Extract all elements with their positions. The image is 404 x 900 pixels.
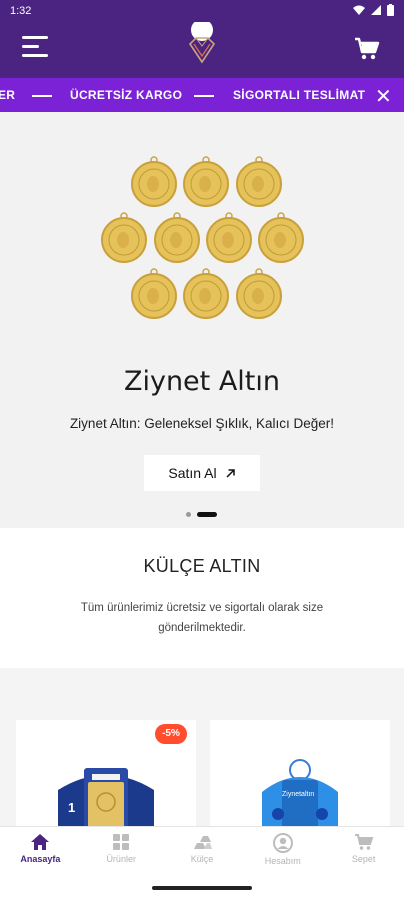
gold-bar-product-image: Ziynetaltın: [262, 759, 338, 826]
arrow-up-right-icon: [226, 468, 235, 478]
signal-icon: [371, 5, 381, 18]
gold-bars-icon: [193, 836, 212, 849]
gold-coin: [258, 212, 304, 263]
bullion-section: KÜLÇE ALTIN Tüm ürünlerimiz ücretsiz ve …: [0, 528, 404, 668]
discount-badge: -5%: [155, 724, 187, 744]
ticker-item: ER: [0, 88, 16, 102]
hero-title: Ziynet Altın: [123, 366, 281, 397]
menu-icon-line: [22, 45, 39, 48]
cart-icon: [355, 37, 380, 60]
card-left-label: 1: [68, 800, 75, 815]
system-navigation-bar: [0, 874, 404, 900]
menu-button[interactable]: [22, 36, 48, 58]
brand-logo[interactable]: [184, 19, 220, 68]
gold-coins-image: [101, 156, 304, 319]
status-bar: 1:32: [0, 0, 404, 22]
gold-coin: [206, 212, 252, 263]
ticker-separator: [194, 95, 214, 97]
status-time: 1:32: [10, 5, 32, 17]
section-title: KÜLÇE ALTIN: [143, 556, 261, 576]
gold-coin: [236, 156, 282, 207]
gold-coin: [183, 268, 229, 319]
product-carousel: 1 Ziynetaltın: [0, 668, 404, 826]
nav-item-account[interactable]: Hesabım: [242, 827, 323, 874]
grid-icon: [113, 834, 130, 850]
nav-label: Külçe: [190, 854, 214, 864]
nav-label: Sepet: [351, 854, 376, 864]
hero-subtitle: Ziynet Altın: Geleneksel Şıklık, Kalıcı …: [69, 416, 335, 431]
gold-coin: [101, 212, 147, 263]
buy-button-label: Satın Al: [168, 465, 217, 481]
ticker-separator: [32, 95, 52, 97]
buy-button[interactable]: Satın Al: [144, 455, 260, 491]
nav-label: Anasayfa: [20, 854, 61, 864]
home-icon: [31, 834, 50, 850]
carousel-dot[interactable]: [186, 512, 191, 517]
cart-icon: [354, 834, 373, 850]
nav-label: Ürünler: [106, 854, 136, 864]
nav-item-cart[interactable]: Sepet: [323, 827, 404, 874]
nav-label: Hesabım: [264, 856, 301, 866]
gold-coin: [154, 212, 200, 263]
home-gesture-pill[interactable]: [152, 886, 252, 890]
announcement-ticker: ER ÜCRETSİZ KARGO SİGORTALI TESLİMAT ✕: [0, 78, 404, 112]
carousel-dots: [186, 512, 217, 517]
ticker-item: ÜCRETSİZ KARGO: [70, 88, 183, 102]
cart-button[interactable]: [354, 36, 380, 62]
wifi-icon: [353, 5, 365, 18]
gold-coin: [131, 268, 177, 319]
ticker-item: SİGORTALI TESLİMAT: [233, 88, 366, 102]
nav-item-products[interactable]: Ürünler: [81, 827, 162, 874]
gold-coin: [236, 268, 282, 319]
hero-banner[interactable]: Ziynet Altın Ziynet Altın: Geleneksel Şı…: [0, 112, 404, 528]
menu-icon-line: [22, 36, 48, 39]
section-description: Tüm ürünlerimiz ücretsiz ve sigortalı ol…: [80, 602, 324, 634]
battery-icon: [387, 4, 394, 19]
app-header: [0, 19, 404, 78]
menu-icon-line: [22, 54, 48, 57]
status-icons: [353, 4, 394, 19]
gold-coin: [183, 156, 229, 207]
bottom-navigation: Anasayfa Ürünler Külçe Hesabım Sepet: [0, 826, 404, 874]
nav-item-bullion[interactable]: Külçe: [162, 827, 243, 874]
card-right-label: Ziynetaltın: [282, 791, 314, 798]
carousel-dot-active[interactable]: [197, 512, 217, 517]
gold-coin: [131, 156, 177, 207]
account-icon: [272, 833, 293, 853]
nav-item-home[interactable]: Anasayfa: [0, 827, 81, 874]
product-card[interactable]: Ziynetaltın: [210, 720, 390, 826]
close-icon[interactable]: ✕: [375, 84, 392, 109]
